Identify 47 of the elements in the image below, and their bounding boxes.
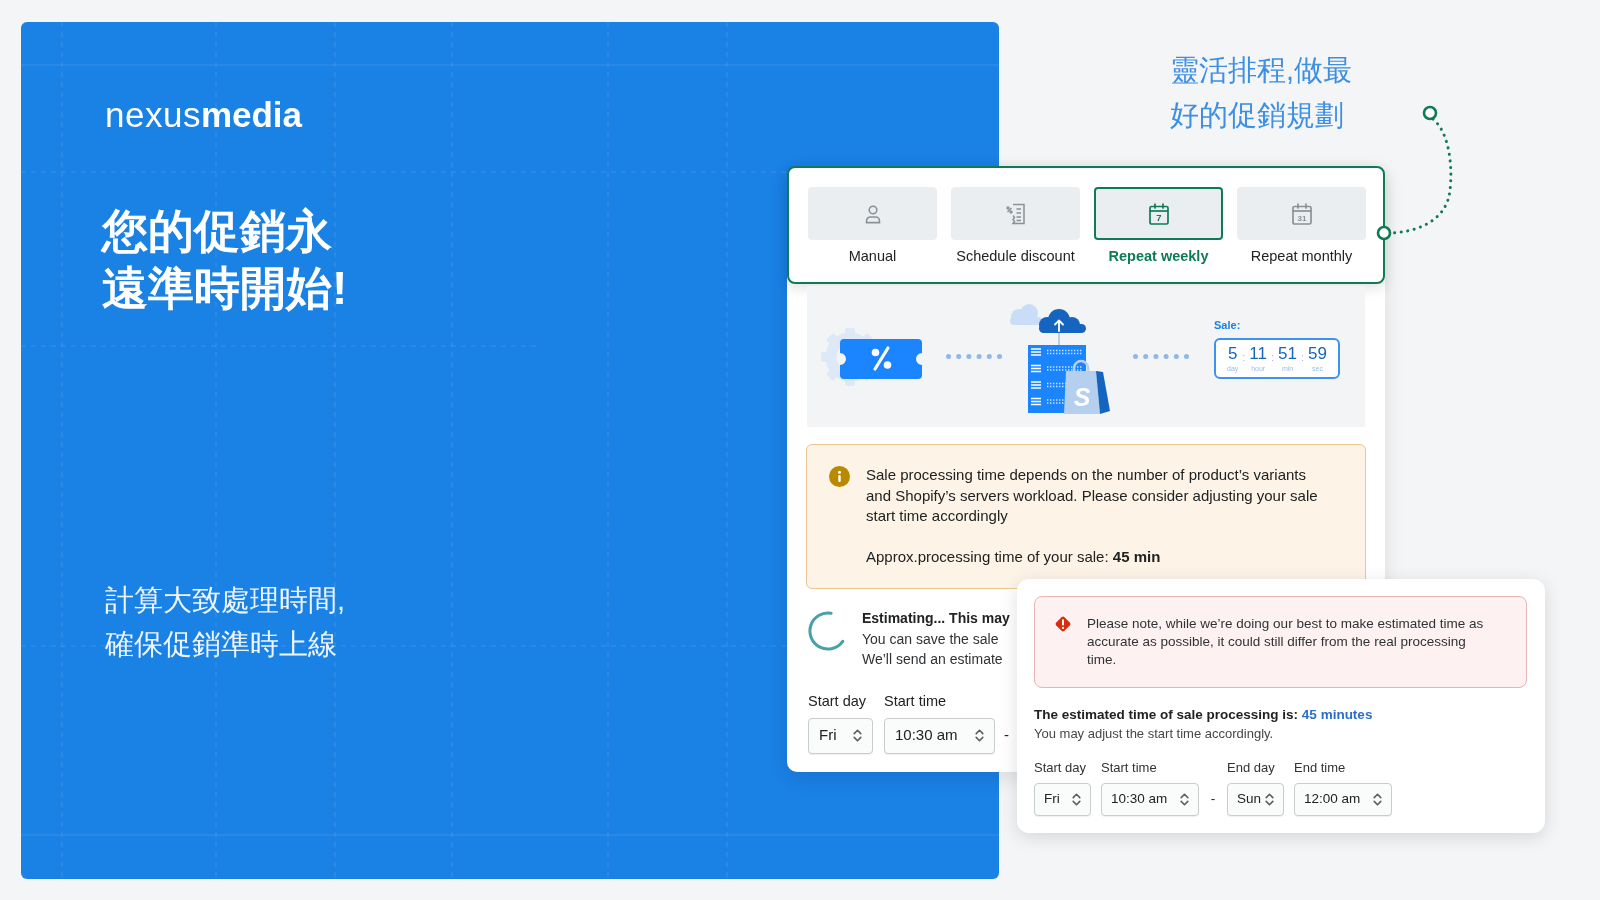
countdown-separator: : — [1301, 350, 1305, 364]
chevron-updown-icon — [1373, 793, 1382, 806]
countdown-separator: : — [1242, 350, 1246, 364]
note-text: Please note, while we’re doing our best to make estimated time as accurate as possible, it could still differ from the real processing time. — [1087, 615, 1485, 669]
estimating-text: You can save the sale — [862, 629, 999, 649]
field-label: End time — [1294, 759, 1347, 777]
field-label: Start day — [808, 691, 868, 711]
countdown-value: 11 — [1249, 344, 1267, 364]
range-dash: - — [1004, 725, 1009, 746]
hint-text: You may adjust the start time accordingly. — [1034, 725, 1274, 743]
estimating-title: Estimating... This may — [862, 608, 1010, 628]
receipt-icon — [1005, 202, 1026, 225]
discount-ticket-icon — [820, 325, 923, 388]
hero-subtitle: 計算大致處理時間, 確保促銷準時上線 — [105, 583, 346, 662]
chevron-updown-icon — [1180, 793, 1189, 806]
calendar-icon: 31 — [1290, 202, 1313, 225]
countdown-value: 5 — [1227, 344, 1238, 364]
select-field[interactable]: Sun — [1227, 783, 1284, 816]
hero-title: 您的促銷永 遠準時開始! — [102, 204, 348, 316]
field-label: Start time — [884, 691, 948, 711]
dotted-line — [946, 354, 1002, 359]
range-dash: - — [1209, 790, 1217, 809]
estimate-text: The estimated time of sale processing is: 45 minutes — [1034, 706, 1373, 724]
calendar-icon: 7 — [1147, 202, 1170, 225]
brand-logo: nexusmedia — [105, 95, 303, 135]
callout-heading: 靈活排程,做最 好的促銷規劃 — [1170, 53, 1353, 133]
select-field[interactable]: 12:00 am — [1294, 783, 1392, 816]
select-field[interactable]: 10:30 am — [1101, 783, 1199, 816]
countdown-value: 51 — [1278, 344, 1297, 364]
countdown-separator: : — [1271, 350, 1275, 364]
field-label: Start time — [1101, 759, 1158, 777]
field-label: Start day — [1034, 759, 1088, 777]
estimating-text: We’ll send an estimate — [862, 650, 1003, 669]
chevron-updown-icon — [853, 729, 862, 742]
countdown-value: 59 — [1308, 344, 1327, 364]
processing-time-text: Approx.processing time of your sale: 45 min — [866, 547, 1162, 567]
chevron-updown-icon — [1265, 793, 1274, 806]
info-icon — [829, 466, 850, 487]
chevron-updown-icon — [975, 729, 984, 742]
dotted-line — [1133, 354, 1189, 359]
sale-label: Sale: — [1214, 318, 1242, 332]
select-field[interactable]: Fri — [1034, 783, 1091, 816]
select-field[interactable]: Fri — [808, 717, 873, 754]
warning-text: Sale processing time depends on the number of product’s variants and Shopify’s servers workload. Please consider adjusting your sale start time accordingly — [866, 465, 1319, 526]
field-label: End day — [1227, 759, 1276, 777]
select-field[interactable]: 10:30 am — [884, 717, 995, 754]
chevron-updown-icon — [1072, 793, 1081, 806]
